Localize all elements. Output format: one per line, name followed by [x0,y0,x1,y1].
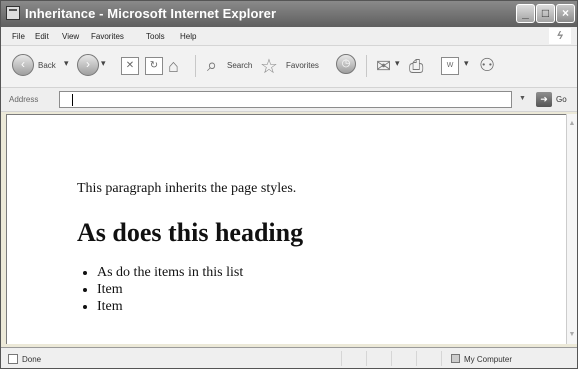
close-button[interactable]: × [556,4,575,23]
list-item: As do the items in this list [97,264,243,281]
status-divider [416,351,417,366]
status-divider [341,351,342,366]
mail-dropdown-icon[interactable]: ▾ [395,58,400,69]
text-caret [72,94,73,106]
favorites-label[interactable]: Favorites [286,61,319,70]
address-bar: Address ▼ ➜ Go [1,88,577,112]
title-bar[interactable]: Inheritance - Microsoft Internet Explore… [1,1,577,27]
list-item: Item [97,281,243,298]
favorites-star-icon[interactable]: ☆ [260,54,278,78]
address-label: Address [9,95,39,104]
ie-window: Inheritance - Microsoft Internet Explore… [0,0,578,369]
standard-toolbar: ‹ Back ▾ › ▾ ✕ ↻ ⌂ ⌕ Search ☆ Favorites … [1,46,577,88]
url-input[interactable] [59,91,512,108]
search-icon[interactable]: ⌕ [207,55,217,79]
security-zone-text: My Computer [464,355,513,364]
edit-icon[interactable]: W [441,57,459,75]
status-text: Done [22,355,42,364]
ie-page-icon [6,6,20,20]
maximize-button[interactable]: □ [536,4,555,23]
history-icon[interactable]: ◷ [336,54,356,74]
back-arrow-icon[interactable]: ‹ [12,54,34,76]
menu-bar: File Edit View Favorites Tools Help ϟ [1,27,577,46]
menu-favorites[interactable]: Favorites [91,32,124,41]
scroll-down-icon[interactable]: ▼ [567,329,577,340]
menu-tools[interactable]: Tools [146,32,165,41]
toolbar-separator [195,55,196,77]
stop-icon[interactable]: ✕ [121,57,139,75]
go-label[interactable]: Go [556,95,567,104]
status-bar: Done My Computer [1,347,577,368]
computer-zone-icon [451,354,460,363]
inheritance-list: As do the items in this list Item Item [77,264,243,315]
status-divider [366,351,367,366]
forward-dropdown-icon[interactable]: ▾ [101,58,106,69]
edit-dropdown-icon[interactable]: ▾ [464,58,469,69]
back-dropdown-icon[interactable]: ▾ [64,58,69,69]
forward-arrow-icon[interactable]: › [77,54,99,76]
inherited-paragraph: This paragraph inherits the page styles. [77,181,297,196]
mail-icon[interactable]: ✉ [376,56,391,80]
vertical-scrollbar[interactable]: ▲ ▼ [566,114,577,344]
status-divider [441,351,442,366]
windows-logo-icon: ϟ [549,28,571,44]
address-dropdown-icon[interactable]: ▼ [519,95,529,105]
menu-help[interactable]: Help [180,32,196,41]
menu-view[interactable]: View [62,32,79,41]
toolbar-separator [366,55,367,77]
scroll-up-icon[interactable]: ▲ [567,118,577,129]
go-arrow-icon[interactable]: ➜ [536,92,552,107]
back-label[interactable]: Back [38,61,56,70]
menu-file[interactable]: File [12,32,25,41]
page-status-icon [8,354,18,364]
list-item: Item [97,298,243,315]
page-heading: As does this heading [77,218,304,247]
home-icon[interactable]: ⌂ [168,56,179,80]
minimize-button[interactable]: _ [516,4,535,23]
status-divider [391,351,392,366]
print-icon[interactable]: ⎙ [409,56,423,80]
refresh-icon[interactable]: ↻ [145,57,163,75]
messenger-icon[interactable]: ⚇ [479,55,495,79]
menu-edit[interactable]: Edit [35,32,49,41]
search-label[interactable]: Search [227,61,252,70]
window-title: Inheritance - Microsoft Internet Explore… [25,6,277,21]
page-content: This paragraph inherits the page styles.… [6,114,566,344]
